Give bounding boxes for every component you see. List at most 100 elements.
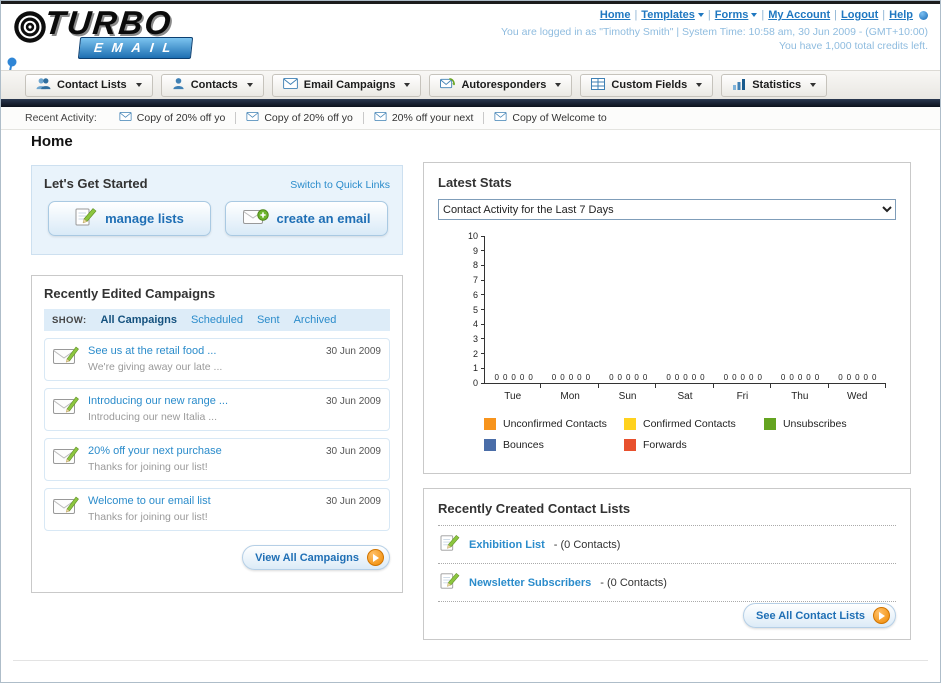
link-divider <box>634 9 637 21</box>
y-axis-tick <box>481 338 485 340</box>
top-link-templates[interactable]: Templates <box>641 9 695 21</box>
chart-value-label: 0 <box>846 373 852 382</box>
x-axis-ticks <box>484 384 886 388</box>
chart-value-label: 0 <box>502 373 508 382</box>
link-divider <box>834 9 837 21</box>
campaign-subtitle: Thanks for joining our list! <box>88 511 208 523</box>
pencil-page-icon <box>440 572 460 593</box>
envelope-plus-icon <box>243 208 269 229</box>
campaign-title-link[interactable]: Welcome to our email list <box>88 495 211 507</box>
chart-value-labels: 00000 <box>657 373 714 382</box>
envelope-pencil-icon <box>53 445 79 470</box>
tab-archived[interactable]: Archived <box>294 314 337 326</box>
y-axis-tick <box>481 250 485 252</box>
recent-activity-item[interactable]: 20% off your next <box>364 112 485 124</box>
chart-value-label: 0 <box>872 373 877 382</box>
chart-value-label: 0 <box>528 373 533 382</box>
view-all-campaigns-button[interactable]: View All Campaigns <box>242 545 390 570</box>
contact-list-link[interactable]: Newsletter Subscribers <box>469 577 591 589</box>
campaign-item: Introducing our new range ... 30 Jun 200… <box>44 388 390 431</box>
tab-contacts[interactable]: Contacts <box>160 73 264 97</box>
legend-swatch <box>484 418 496 430</box>
contact-lists-panel: Recently Created Contact Lists Exhibitio… <box>423 488 911 640</box>
chart-category-group: 00000 <box>657 236 714 383</box>
stats-period-select[interactable]: Contact Activity for the Last 7 Days <box>438 199 896 220</box>
manage-lists-button[interactable]: manage lists <box>48 201 211 236</box>
arrow-circle-icon <box>367 549 384 566</box>
chart-category-group: 00000 <box>771 236 828 383</box>
chart-value-label: 0 <box>519 373 525 382</box>
tab-label: Contact Lists <box>57 79 127 91</box>
see-all-contact-lists-button[interactable]: See All Contact Lists <box>742 603 896 628</box>
recent-activity-label: Recent Activity: <box>25 112 97 124</box>
header: TURBO EMAIL Home Templates Forms My Account… <box>1 4 940 113</box>
recent-activity-item[interactable]: Copy of 20% off yo <box>236 112 364 124</box>
chart-value-label: 0 <box>683 373 688 382</box>
get-started-panel: Let's Get Started Switch to Quick Links … <box>31 165 403 255</box>
contact-list-count: - (0 Contacts) <box>600 576 667 589</box>
x-axis-tick <box>771 384 829 388</box>
campaign-title-link[interactable]: See us at the retail food ... <box>88 345 216 357</box>
y-axis-tick <box>481 353 485 355</box>
chevron-down-icon <box>697 13 704 18</box>
top-link-forms[interactable]: Forms <box>715 9 749 21</box>
chevron-down-icon <box>135 83 142 87</box>
tab-label: Custom Fields <box>611 79 688 91</box>
contact-list-item: Exhibition List - (0 Contacts) <box>438 526 896 564</box>
tab-sent[interactable]: Sent <box>257 314 280 326</box>
logo-turbo-text: TURBO <box>43 4 175 41</box>
tab-autoresponders[interactable]: Autoresponders <box>429 73 573 97</box>
legend-swatch <box>484 439 496 451</box>
recent-activity-text: Copy of 20% off yo <box>136 112 226 124</box>
x-axis-tick <box>656 384 714 388</box>
tab-label: Email Campaigns <box>303 79 396 91</box>
status-dot-icon <box>919 10 928 20</box>
legend-swatch <box>623 439 636 451</box>
chart-value-label: 0 <box>700 373 705 382</box>
tab-all-campaigns[interactable]: All Campaigns <box>101 314 177 326</box>
app-logo[interactable]: TURBO EMAIL <box>9 4 194 59</box>
top-link-logout[interactable]: Logout <box>841 9 878 21</box>
chart-value-label: 0 <box>806 373 811 382</box>
switch-quick-links-link[interactable]: Switch to Quick Links <box>290 179 390 191</box>
tab-contact-lists[interactable]: Contact Lists <box>25 73 153 97</box>
legend-swatch <box>763 418 776 430</box>
campaign-item: 20% off your next purchase 30 Jun 2009 T… <box>44 438 390 481</box>
y-axis-label: 5 <box>472 304 478 315</box>
chevron-down-icon <box>751 13 758 18</box>
campaign-date: 30 Jun 2009 <box>325 496 381 507</box>
campaign-title-link[interactable]: 20% off your next purchase <box>88 445 222 457</box>
tab-custom-fields[interactable]: Custom Fields <box>580 73 714 97</box>
envelope-icon <box>119 112 132 124</box>
x-axis-tick <box>829 384 886 388</box>
campaigns-filter-tabs: SHOW: All Campaigns Scheduled Sent Archi… <box>44 309 390 331</box>
main-nav: Contact Lists Contacts Email Campaigns A… <box>1 70 940 99</box>
y-axis-label: 4 <box>472 319 478 330</box>
create-email-button[interactable]: create an email <box>225 201 388 236</box>
campaign-date: 30 Jun 2009 <box>325 346 381 357</box>
top-link-home[interactable]: Home <box>600 9 631 21</box>
envelope-pencil-icon <box>53 395 79 420</box>
campaigns-title: Recently Edited Campaigns <box>44 286 216 301</box>
tab-scheduled[interactable]: Scheduled <box>191 314 243 326</box>
legend-label: Confirmed Contacts <box>642 418 736 430</box>
chart-category-group: 00000 <box>542 236 599 383</box>
chart-value-label: 0 <box>568 373 574 382</box>
y-axis-label: 6 <box>472 289 478 300</box>
top-link-help[interactable]: Help <box>889 9 913 21</box>
chart-value-label: 0 <box>732 373 737 382</box>
contact-list-link[interactable]: Exhibition List <box>469 539 545 551</box>
envelope-pencil-icon <box>53 345 79 370</box>
recent-activity-item[interactable]: Copy of Welcome to <box>484 112 616 124</box>
campaign-title-link[interactable]: Introducing our new range ... <box>88 395 228 407</box>
x-axis-tick <box>484 384 542 388</box>
tab-email-campaigns[interactable]: Email Campaigns <box>271 73 422 97</box>
grid-icon <box>591 78 605 93</box>
left-column: Let's Get Started Switch to Quick Links … <box>31 165 403 593</box>
tab-statistics[interactable]: Statistics <box>721 73 828 97</box>
x-axis-label: Sun <box>618 391 637 402</box>
chart-value-label: 0 <box>666 373 671 382</box>
top-link-my-account[interactable]: My Account <box>768 9 830 21</box>
y-axis-tick <box>481 294 485 296</box>
recent-activity-item[interactable]: Copy of 20% off yo <box>109 112 237 124</box>
